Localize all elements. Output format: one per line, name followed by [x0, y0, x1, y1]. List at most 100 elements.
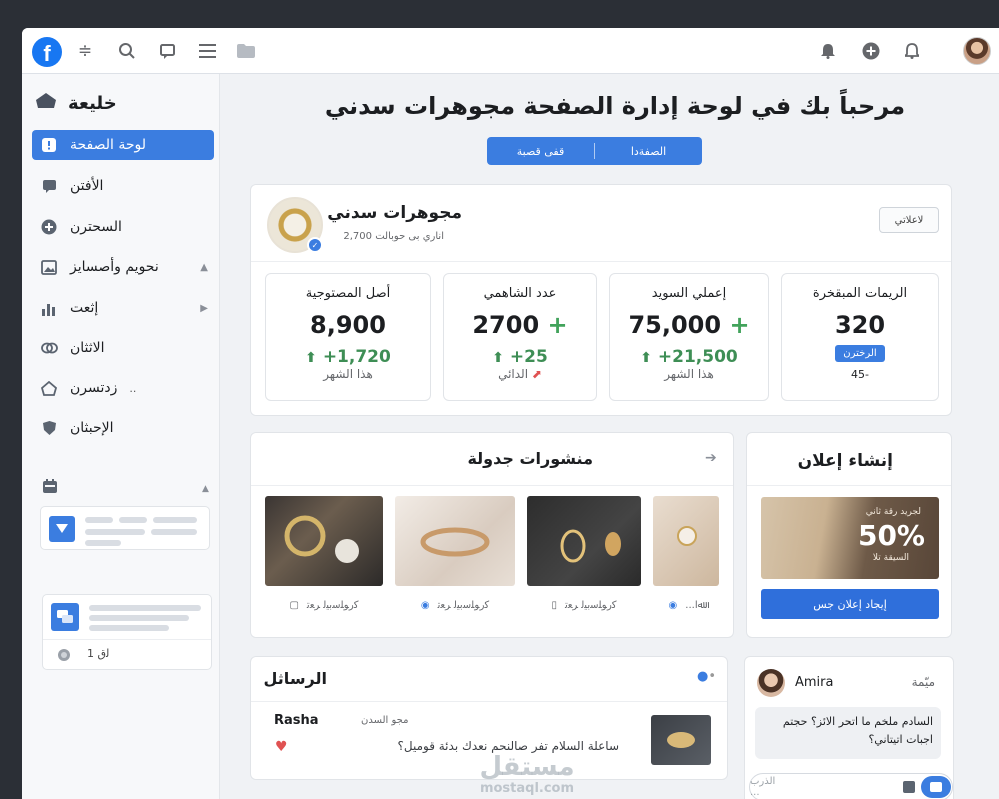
segment-tab-right[interactable]: الصفةدا — [595, 137, 702, 165]
stat-label: الريمات المبقخرة — [812, 286, 908, 301]
stat-label: إعملي السويد — [651, 286, 727, 301]
sidebar-item-label: الإحبثان — [70, 420, 114, 436]
create-ad-button[interactable]: إيجاد إعلان جس — [761, 589, 939, 619]
page-name: مجوهرات سدني — [327, 203, 462, 223]
arrow-up-icon: ⬆ — [305, 350, 317, 366]
segment-tab-left[interactable]: قفى قصبة — [487, 137, 594, 165]
sidebar-item-label: الاثثان — [70, 340, 105, 356]
stat-period: هذا الشهر — [323, 367, 373, 381]
stat-card-content: أصل المصتوجية 8,900 ⬆ +1,720 هذا الشهر — [265, 273, 431, 401]
sender-sub: مجو السدن — [361, 715, 409, 726]
doc-icon: ▢ — [289, 599, 299, 611]
chat-contact-name: Amira — [795, 675, 834, 690]
ad-discount: 50% — [857, 519, 925, 552]
eye-icon: ◉ — [420, 599, 430, 611]
stat-change: ⬆ +1,720 — [305, 347, 391, 367]
user-avatar[interactable] — [963, 37, 991, 65]
stat-label: أصل المصتوجية — [305, 286, 391, 301]
scheduled-posts-card: منشورات جدولة ➔ ▢ ﻛﺭﻮﻠﺳﺑﻴﻟ ﺮﻌﺗ ◉ ﻛﺭﻮﻠﺳﺑﻴﻟ … — [250, 432, 734, 638]
sidebar-item-label: نحويم وأصسايز — [70, 259, 159, 275]
stat-period: هذا الشهر — [664, 367, 714, 381]
watermark: مستقل mostaql.com — [479, 752, 575, 796]
bookmark-icon: ▯ — [551, 599, 557, 611]
stat-card-views: عدد الشاهمي 2700 + ⬆ +25 الدائي ⬈ — [443, 273, 597, 401]
post-caption: ◉ ﻛﺭﻮﻠﺳﺑﻴﻟ ﺮﻌﺗ — [420, 599, 490, 611]
chat-widget: Amira ميّمة السادم ملخم ما اتحر الائز؟ ح… — [744, 656, 954, 799]
messages-icon[interactable] — [156, 40, 178, 62]
chat-icon — [40, 177, 58, 195]
sidebar-item-insights[interactable]: إثعت ▶ — [32, 293, 214, 323]
calendar-icon[interactable] — [42, 478, 58, 498]
message-thumbnail[interactable] — [651, 715, 711, 765]
post-thumbnail[interactable] — [265, 496, 383, 586]
post-thumbnail[interactable] — [395, 496, 515, 586]
sidebar-title: خليعة — [68, 92, 117, 114]
create-ad-card: إنشاء إعلان لجريد رقة ثاني 50% السيقة تل… — [746, 432, 952, 638]
menu-icon[interactable] — [196, 40, 218, 62]
sidebar-item-messages[interactable]: الأفتن — [32, 171, 214, 201]
notifications-icon[interactable] — [901, 40, 923, 62]
more-icon[interactable]: ●• — [697, 669, 716, 684]
stat-change: ⬆ +25 — [492, 347, 548, 367]
eye-icon: ◉ — [668, 599, 678, 611]
facebook-logo[interactable]: f — [32, 37, 62, 67]
plus-icon — [40, 218, 58, 236]
page-avatar[interactable]: ✓ — [267, 197, 323, 253]
main-content: مرحباً بك في لوحة إدارة الصفحة مجوهرات س… — [220, 74, 999, 799]
post-thumbnail[interactable] — [527, 496, 641, 586]
stat-value: 8,900 — [310, 311, 386, 339]
stat-pill-button[interactable]: الرخترن — [835, 345, 885, 362]
heart-icon[interactable]: ♥ — [275, 739, 288, 755]
stat-card-reach: إعملي السويد 75,000 + ⬆ +21,500 هذا الشه… — [609, 273, 769, 401]
post-caption: ▢ ﻛﺭﻮﻠﺳﺑﻴﻟ ﺮﻌﺗ — [289, 599, 359, 611]
sidebar-item-label: الأفتن — [70, 178, 104, 194]
chat-avatar[interactable] — [757, 669, 785, 697]
post-caption: ◉ ...ﷲا — [668, 599, 704, 611]
folder-icon[interactable] — [235, 40, 257, 62]
sidebar-item-create[interactable]: السحترن — [32, 212, 214, 242]
home-icon — [40, 379, 58, 397]
sidebar-item-label: إثعت — [70, 300, 99, 316]
sidebar-item-page-dashboard[interactable]: لوحة الصفحة — [32, 130, 214, 160]
stat-value: 320 — [834, 311, 886, 339]
top-bar: f ≑ — [22, 28, 999, 74]
sidebar-item-links[interactable]: الاثثان — [32, 333, 214, 363]
chevron-up-icon[interactable]: ▲ — [200, 262, 208, 273]
sidebar-item-media[interactable]: نحويم وأصسايز ▲ — [32, 252, 214, 282]
page-info-card[interactable]: 1 ﻟﻕ — [42, 594, 212, 670]
ad-line2: السيقة تلا — [872, 553, 909, 563]
trend-icon: ⬈ — [531, 367, 542, 381]
stat-label: عدد الشاهمي — [483, 286, 557, 301]
sender-name: Rasha — [274, 713, 319, 728]
post-thumbnail[interactable] — [653, 496, 719, 586]
plus-circle-icon[interactable] — [860, 40, 882, 62]
message-body[interactable]: ساعلة السلام تفر صالنحم نعدك بدئة قوميل؟ — [299, 739, 619, 753]
stat-value: 2700 + — [472, 311, 568, 339]
scheduled-preview-card[interactable] — [40, 506, 210, 550]
chat-bubble: السادم ملخم ما اتحر الائز؟ حجتم اجبات ات… — [755, 707, 941, 759]
page-action-button[interactable]: لاعلاتي — [879, 207, 939, 233]
page-title: مرحباً بك في لوحة إدارة الصفحة مجوهرات س… — [324, 92, 906, 120]
chevron-right-icon[interactable]: ▶ — [200, 303, 208, 314]
bell-icon[interactable] — [817, 40, 839, 62]
search-icon[interactable] — [116, 40, 138, 62]
sidebar-item-visitors[interactable]: زدتسرن .. — [32, 373, 214, 403]
arrow-icon[interactable]: ➔ — [705, 450, 717, 466]
sidebar-header: خليعة — [34, 90, 214, 116]
stat-period: الدائي ⬈ — [498, 367, 542, 381]
sidebar-item-label: زدتسرن — [70, 380, 118, 396]
chevron-up-icon[interactable]: ▲ — [202, 484, 213, 494]
sidebar-item-privacy[interactable]: الإحبثان — [32, 413, 214, 443]
ad-preview-image[interactable]: لجريد رقة ثاني 50% السيقة تلا — [761, 497, 939, 579]
stat-change: ⬆ +21,500 — [640, 347, 738, 367]
sliders-icon[interactable]: ≑ — [74, 40, 96, 62]
stat-extra: 45- — [851, 368, 869, 381]
app-window: f ≑ خليعة لوحة الصفحة الأفتن السحترن نحو… — [22, 28, 999, 799]
image-icon — [40, 258, 58, 276]
arrow-up-icon: ⬆ — [640, 350, 652, 366]
bar-chart-icon — [40, 299, 58, 317]
sidebar: خليعة لوحة الصفحة الأفتن السحترن نحويم و… — [22, 74, 220, 799]
camera-icon[interactable] — [903, 781, 915, 793]
send-icon[interactable] — [921, 776, 951, 798]
page-count-label: 1 ﻟﻕ — [87, 647, 110, 660]
